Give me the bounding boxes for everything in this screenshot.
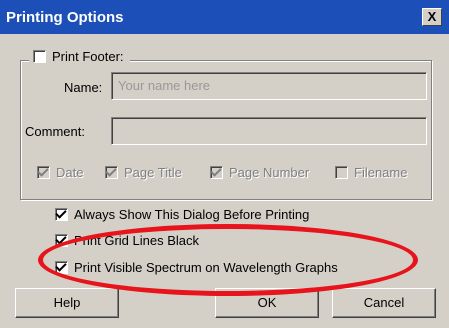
- filename-option: Filename: [335, 164, 407, 180]
- grid-lines-option[interactable]: Print Grid Lines Black: [55, 232, 199, 248]
- grid-lines-label: Print Grid Lines Black: [74, 233, 199, 249]
- page-title-option: Page Title: [105, 164, 182, 180]
- always-show-label: Always Show This Dialog Before Printing: [74, 207, 310, 223]
- window-title: Printing Options: [6, 9, 124, 26]
- page-title-checkbox: [105, 166, 118, 180]
- page-number-checkbox: [210, 166, 223, 180]
- date-option: Date: [37, 164, 83, 180]
- visible-spectrum-checkbox[interactable]: [55, 261, 68, 275]
- print-footer-label: Print Footer:: [52, 49, 124, 65]
- ok-button[interactable]: OK: [215, 288, 319, 318]
- page-number-label: Page Number: [229, 165, 310, 181]
- date-label: Date: [56, 165, 84, 181]
- visible-spectrum-option[interactable]: Print Visible Spectrum on Wavelength Gra…: [55, 259, 338, 275]
- filename-label: Filename: [354, 165, 408, 181]
- grid-lines-checkbox[interactable]: [55, 234, 68, 248]
- always-show-option[interactable]: Always Show This Dialog Before Printing: [55, 206, 309, 222]
- name-label: Name:: [64, 80, 103, 95]
- always-show-checkbox[interactable]: [55, 208, 68, 222]
- print-footer-option[interactable]: Print Footer:: [29, 48, 130, 70]
- title-bar: Printing Options X: [0, 0, 449, 34]
- comment-field[interactable]: [111, 117, 427, 145]
- print-footer-checkbox[interactable]: [33, 50, 46, 64]
- name-field[interactable]: Your name here: [111, 72, 427, 100]
- close-button[interactable]: X: [422, 8, 442, 26]
- comment-label: Comment:: [25, 124, 85, 139]
- page-number-option: Page Number: [210, 164, 309, 180]
- page-title-label: Page Title: [124, 165, 182, 181]
- filename-checkbox: [335, 166, 348, 180]
- cancel-button[interactable]: Cancel: [332, 288, 436, 318]
- help-button[interactable]: Help: [15, 288, 119, 318]
- visible-spectrum-label: Print Visible Spectrum on Wavelength Gra…: [74, 260, 338, 276]
- close-icon: X: [427, 9, 437, 24]
- date-checkbox: [37, 166, 50, 180]
